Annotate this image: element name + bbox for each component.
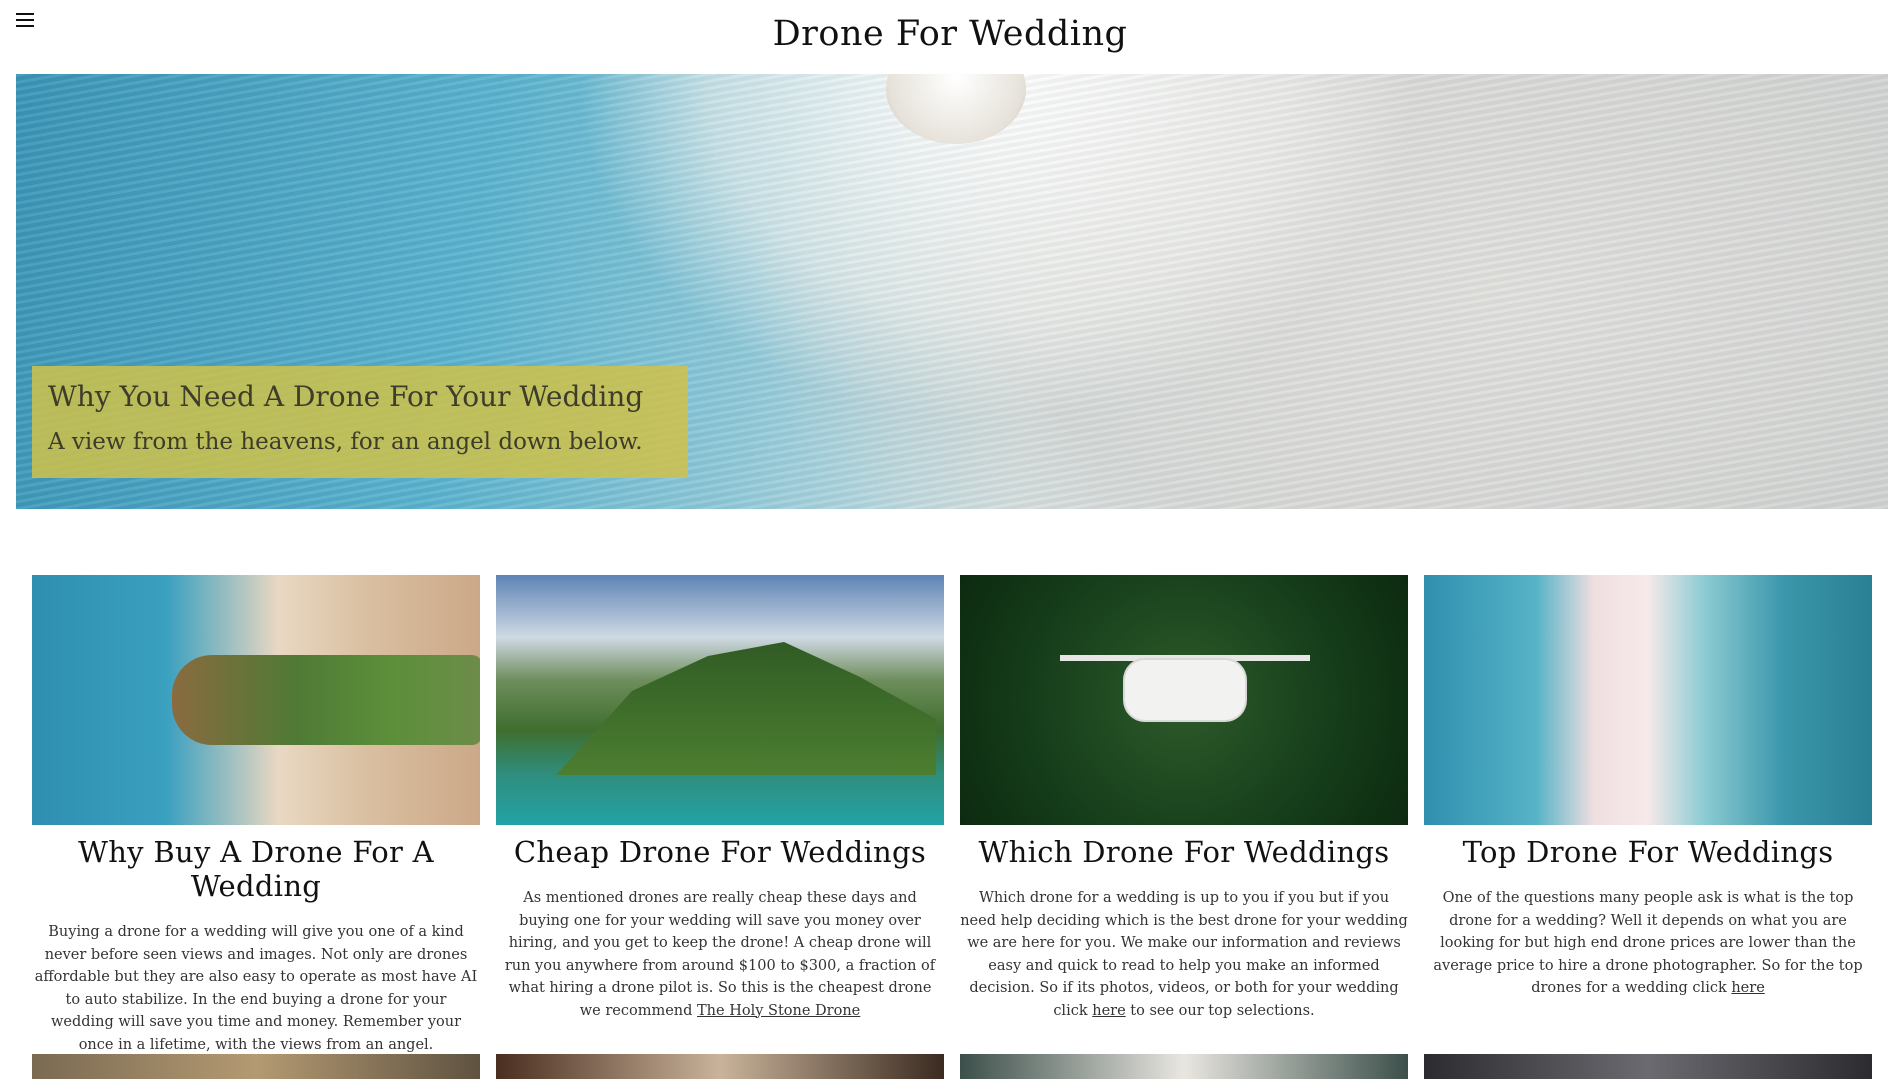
- card-text: Buying a drone for a wedding will give y…: [34, 924, 478, 1053]
- card-text: Which drone for a wedding is up to you i…: [960, 890, 1408, 1019]
- card-image-white-drone[interactable]: [960, 575, 1408, 825]
- card-title[interactable]: Which Drone For Weddings: [960, 835, 1408, 869]
- card-text: As mentioned drones are really cheap the…: [504, 890, 936, 1019]
- card-image-partial[interactable]: [960, 1054, 1408, 1079]
- hero-title: Why You Need A Drone For Your Wedding: [48, 380, 644, 413]
- card-title[interactable]: Cheap Drone For Weddings: [496, 835, 944, 869]
- card-text: One of the questions many people ask is …: [1433, 890, 1863, 996]
- card-title[interactable]: Top Drone For Weddings: [1424, 835, 1872, 869]
- card-cheap-drone: Cheap Drone For Weddings As mentioned dr…: [496, 575, 944, 1056]
- card-image-partial[interactable]: [496, 1054, 944, 1079]
- card-top-drone: Top Drone For Weddings One of the questi…: [1424, 575, 1872, 1056]
- card-image-coastline-mountains[interactable]: [496, 575, 944, 825]
- hero-banner: Why You Need A Drone For Your Wedding A …: [16, 74, 1888, 509]
- hero-subtitle: A view from the heavens, for an angel do…: [48, 429, 643, 455]
- holy-stone-drone-link[interactable]: The Holy Stone Drone: [697, 1003, 860, 1019]
- card-image-beach-jetty[interactable]: [32, 575, 480, 825]
- which-drone-here-link[interactable]: here: [1092, 1003, 1125, 1019]
- hero-caption-box: Why You Need A Drone For Your Wedding A …: [32, 366, 688, 478]
- card-which-drone: Which Drone For Weddings Which drone for…: [960, 575, 1408, 1056]
- site-title[interactable]: Drone For Wedding: [0, 14, 1900, 54]
- top-drone-here-link[interactable]: here: [1731, 980, 1764, 996]
- card-image-partial[interactable]: [32, 1054, 480, 1079]
- card-why-buy: Why Buy A Drone For A Wedding Buying a d…: [32, 575, 480, 1056]
- card-image-sandbar[interactable]: [1424, 575, 1872, 825]
- article-cards: Why Buy A Drone For A Wedding Buying a d…: [32, 575, 1872, 1056]
- second-row-cards: [32, 1054, 1872, 1079]
- card-image-partial[interactable]: [1424, 1054, 1872, 1079]
- card-title[interactable]: Why Buy A Drone For A Wedding: [32, 835, 480, 903]
